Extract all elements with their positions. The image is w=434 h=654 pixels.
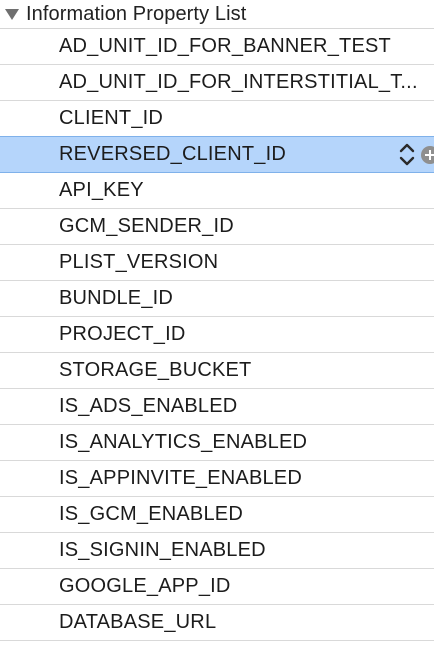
plist-row[interactable]: IS_APPINVITE_ENABLED [0, 461, 434, 497]
add-circle-icon[interactable] [421, 146, 434, 164]
plist-key-label: BUNDLE_ID [59, 287, 174, 309]
root-label: Information Property List [26, 2, 247, 25]
plist-row[interactable]: IS_SIGNIN_ENABLED [0, 533, 434, 569]
plist-row[interactable]: PROJECT_ID [0, 317, 434, 353]
plist-row[interactable]: IS_ANALYTICS_ENABLED [0, 425, 434, 461]
plist-row[interactable]: CLIENT_ID [0, 101, 434, 137]
plist-key-label: STORAGE_BUCKET [59, 359, 252, 381]
plist-row[interactable]: API_KEY [0, 173, 434, 209]
plist-row[interactable]: BUNDLE_ID [0, 281, 434, 317]
plist-row[interactable]: AD_UNIT_ID_FOR_INTERSTITIAL_T... [0, 65, 434, 101]
plist-key-label: IS_SIGNIN_ENABLED [59, 539, 266, 561]
plist-key-label: IS_APPINVITE_ENABLED [59, 467, 302, 489]
plist-key-label: AD_UNIT_ID_FOR_INTERSTITIAL_T... [59, 71, 418, 93]
key-list: AD_UNIT_ID_FOR_BANNER_TEST AD_UNIT_ID_FOR… [0, 29, 434, 641]
plist-row[interactable]: GCM_SENDER_ID [0, 209, 434, 245]
property-list-editor: Information Property List AD_UNIT_ID_FOR… [0, 0, 434, 654]
plist-key-label: DATABASE_URL [59, 611, 217, 633]
plist-key-label: GOOGLE_APP_ID [59, 575, 231, 597]
plist-key-label: PROJECT_ID [59, 323, 186, 345]
selected-plist-row[interactable]: REVERSED_CLIENT_ID [0, 136, 434, 173]
plist-row[interactable]: STORAGE_BUCKET [0, 353, 434, 389]
chevron-up-down-icon[interactable] [398, 141, 416, 168]
plist-row[interactable]: DATABASE_URL [0, 605, 434, 641]
plist-key-label: AD_UNIT_ID_FOR_BANNER_TEST [59, 35, 391, 57]
plist-row[interactable]: AD_UNIT_ID_FOR_BANNER_TEST [0, 29, 434, 65]
plist-key-label: IS_ANALYTICS_ENABLED [59, 431, 308, 453]
plist-row[interactable]: GOOGLE_APP_ID [0, 569, 434, 605]
plist-key-label: REVERSED_CLIENT_ID [59, 143, 286, 165]
root-row[interactable]: Information Property List [0, 0, 434, 29]
plist-row[interactable]: IS_GCM_ENABLED [0, 497, 434, 533]
plist-row[interactable]: IS_ADS_ENABLED [0, 389, 434, 425]
plist-row[interactable]: PLIST_VERSION [0, 245, 434, 281]
plist-key-label: GCM_SENDER_ID [59, 215, 234, 237]
plist-key-label: PLIST_VERSION [59, 251, 219, 273]
plist-key-label: IS_GCM_ENABLED [59, 503, 243, 525]
plist-key-label: CLIENT_ID [59, 107, 164, 129]
plist-key-label: IS_ADS_ENABLED [59, 395, 238, 417]
plist-key-label: API_KEY [59, 179, 144, 201]
disclosure-triangle-icon[interactable] [5, 9, 19, 20]
